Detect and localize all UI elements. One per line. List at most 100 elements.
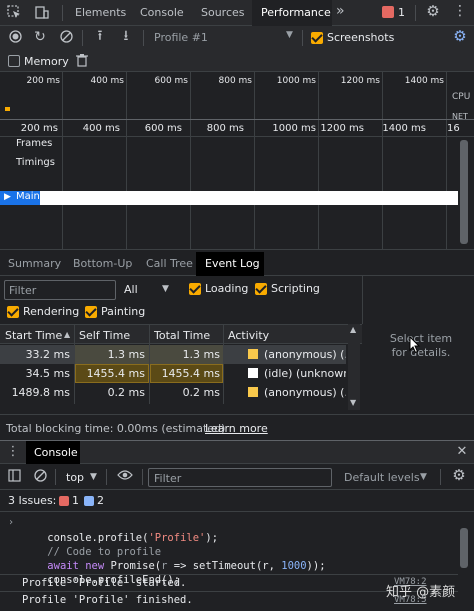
code-token: )); — [306, 559, 326, 572]
painting-label: Painting — [101, 305, 146, 318]
column-self-time[interactable]: Self Time — [79, 329, 130, 342]
timings-track-label[interactable]: Timings — [16, 157, 55, 168]
issues-badge[interactable]: 1 — [380, 5, 410, 21]
tab-console[interactable]: Console — [140, 6, 184, 19]
main-track-header[interactable]: ▶ Main — [0, 191, 458, 205]
timeline-tick: 1400 ms — [382, 123, 426, 134]
column-activity[interactable]: Activity — [228, 329, 269, 342]
inspect-element-icon[interactable] — [6, 5, 22, 23]
tab-summary[interactable]: Summary — [8, 257, 61, 270]
capture-settings-gear-icon[interactable]: ⚙ — [452, 29, 468, 44]
ruler-divider — [0, 136, 474, 137]
issues-link[interactable]: 3 Issues: 1 2 — [4, 493, 104, 509]
rendering-label: Rendering — [23, 305, 80, 318]
tab-elements[interactable]: Elements — [75, 6, 126, 19]
blocking-status-bar: Total blocking time: 0.00ms (estimated) … — [0, 414, 474, 438]
learn-more-link[interactable]: Learn more — [205, 422, 268, 435]
rendering-checkbox[interactable] — [7, 306, 19, 318]
timeline-scrollbar[interactable] — [460, 140, 468, 244]
log-levels-select[interactable]: Default levels ▼ — [340, 468, 432, 486]
upload-icon[interactable]: ⭱ — [92, 29, 108, 43]
watermark: 知乎 @素颜 — [386, 585, 456, 600]
code-token: => setTimeout( — [167, 559, 263, 572]
device-toolbar-icon[interactable] — [34, 5, 50, 23]
close-drawer-icon[interactable]: ✕ — [455, 445, 469, 459]
collect-garbage-icon[interactable] — [74, 53, 90, 71]
more-tabs-button[interactable]: » — [336, 3, 345, 19]
issues-count: 1 — [398, 6, 405, 19]
scroll-down-icon: ▼ — [350, 398, 357, 407]
record-icon[interactable] — [7, 30, 23, 47]
table-header: Start Time Self Time Total Time Activity… — [0, 324, 362, 344]
settings-gear-icon[interactable]: ⚙ — [425, 4, 441, 19]
performance-toolbar: ↻ ⭱ ⭳ Profile #1 ▼ Screenshots ⚙ — [0, 26, 474, 50]
timeline-overview[interactable]: 200 ms 400 ms 600 ms 800 ms 1000 ms 1200… — [0, 72, 474, 121]
table-row[interactable]: 1489.8 ms 0.2 ms 0.2 ms (anonymous) (... — [0, 383, 346, 402]
overview-tick: 1400 ms — [404, 76, 444, 86]
download-icon[interactable]: ⭳ — [118, 29, 134, 43]
memory-checkbox[interactable] — [8, 55, 20, 67]
timeline-tick: 1200 ms — [320, 123, 364, 134]
more-options-icon[interactable]: ⋮ — [452, 4, 468, 18]
console-filter-input[interactable]: Filter — [148, 468, 332, 487]
clear-icon[interactable] — [58, 30, 74, 47]
drawer-tab-console[interactable]: Console — [26, 441, 80, 465]
flame-chart[interactable]: 200 ms 400 ms 600 ms 800 ms 1000 ms 1200… — [0, 120, 474, 250]
table-row[interactable]: 34.5 ms 1455.4 ms 1455.4 ms (idle) (unkn… — [0, 364, 346, 383]
table-row[interactable]: 33.2 ms 1.3 ms 1.3 ms (anonymous) (... — [0, 345, 346, 364]
tab-bottom-up[interactable]: Bottom-Up — [73, 257, 132, 270]
event-filter-input[interactable]: Filter — [4, 280, 116, 300]
event-filter-bar: Filter All ▼ Loading Scripting Rendering… — [0, 276, 474, 324]
event-filter-placeholder: Filter — [9, 284, 37, 297]
row-start-time: 34.5 ms — [25, 367, 70, 380]
error-issue-count: 1 — [72, 494, 79, 507]
profile-select[interactable]: Profile #1 ▼ — [150, 29, 300, 47]
timeline-tick: 600 ms — [144, 123, 182, 134]
category-select[interactable]: All ▼ — [120, 280, 176, 300]
chevron-down-icon: ▼ — [420, 472, 427, 482]
reload-record-icon[interactable]: ↻ — [32, 30, 48, 44]
console-settings-gear-icon[interactable]: ⚙ — [451, 468, 467, 483]
timeline-tick: 16 — [447, 123, 460, 134]
clear-console-icon[interactable] — [32, 469, 48, 486]
screenshots-checkbox[interactable] — [311, 32, 323, 44]
memory-bar: Memory — [0, 50, 474, 72]
context-select-value: top — [66, 471, 85, 484]
tab-performance[interactable]: Performance — [252, 0, 332, 26]
devtools-tabbar: Elements Console Sources Performance » 1… — [0, 0, 474, 26]
context-select[interactable]: top ▼ — [62, 468, 102, 486]
row-activity: (idle) (unknown) — [264, 367, 346, 380]
expand-arrow: ▶ — [4, 192, 11, 202]
tab-call-tree[interactable]: Call Tree — [146, 257, 193, 270]
code-number: 1000 — [281, 559, 307, 572]
column-total-time[interactable]: Total Time — [154, 329, 210, 342]
code-token: ); — [205, 531, 219, 544]
chevron-down-icon: ▼ — [286, 30, 293, 40]
details-tabbar: Summary Bottom-Up Call Tree Event Log — [0, 252, 474, 276]
event-log-table: Start Time Self Time Total Time Activity… — [0, 324, 362, 412]
overview-tick: 400 ms — [90, 76, 125, 86]
table-scrollbar[interactable]: ▲ ▼ — [348, 324, 360, 410]
column-start-time[interactable]: Start Time — [5, 329, 62, 342]
console-scrollbar[interactable] — [460, 528, 468, 568]
drawer-menu-icon[interactable]: ⋮ — [6, 445, 20, 459]
tab-event-log[interactable]: Event Log — [196, 252, 264, 276]
tab-sources[interactable]: Sources — [201, 6, 245, 19]
row-total-time: 1455.4 ms — [161, 367, 220, 380]
live-expression-eye-icon[interactable] — [116, 469, 134, 485]
scripting-checkbox[interactable] — [255, 283, 267, 295]
row-activity: (anonymous) (... — [264, 348, 346, 361]
painting-checkbox[interactable] — [85, 306, 97, 318]
chevron-down-icon: ▼ — [90, 472, 97, 482]
row-total-time: 1.3 ms — [182, 348, 220, 361]
sidebar-toggle-icon[interactable] — [6, 469, 22, 486]
row-activity: (anonymous) (... — [264, 386, 346, 399]
overview-tick: 800 ms — [218, 76, 253, 86]
row-start-time: 33.2 ms — [25, 348, 70, 361]
timeline-tick: 800 ms — [206, 123, 244, 134]
tab-performance-label: Performance — [261, 6, 331, 19]
frames-track-label[interactable]: Frames — [16, 138, 52, 149]
timeline-tick: 1000 ms — [272, 123, 316, 134]
loading-checkbox[interactable] — [189, 283, 201, 295]
screenshots-label: Screenshots — [327, 31, 395, 44]
